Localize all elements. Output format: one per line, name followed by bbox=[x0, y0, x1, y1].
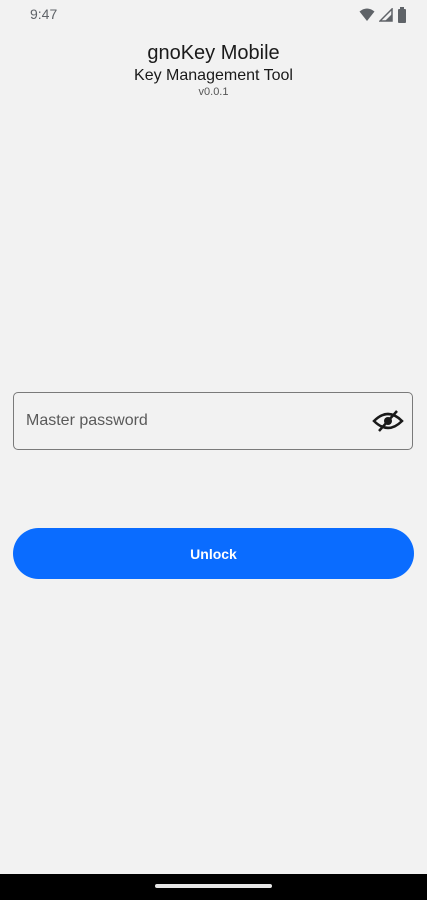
master-password-field[interactable] bbox=[13, 392, 413, 450]
signal-icon bbox=[379, 8, 393, 22]
battery-icon bbox=[397, 7, 407, 23]
app-subtitle: Key Management Tool bbox=[134, 67, 293, 84]
status-icons bbox=[359, 7, 407, 23]
status-bar: 9:47 bbox=[0, 0, 427, 30]
status-time: 9:47 bbox=[30, 6, 58, 22]
master-password-input[interactable] bbox=[14, 392, 368, 450]
wifi-icon bbox=[359, 8, 375, 22]
home-indicator[interactable] bbox=[155, 884, 272, 888]
app-title: gnoKey Mobile bbox=[147, 42, 280, 64]
unlock-button[interactable]: Unlock bbox=[13, 528, 414, 579]
eye-off-icon[interactable] bbox=[368, 401, 408, 441]
app-version: v0.0.1 bbox=[198, 86, 229, 98]
navigation-bar bbox=[0, 874, 427, 900]
app-header: gnoKey Mobile Key Management Tool v0.0.1 bbox=[0, 40, 427, 98]
